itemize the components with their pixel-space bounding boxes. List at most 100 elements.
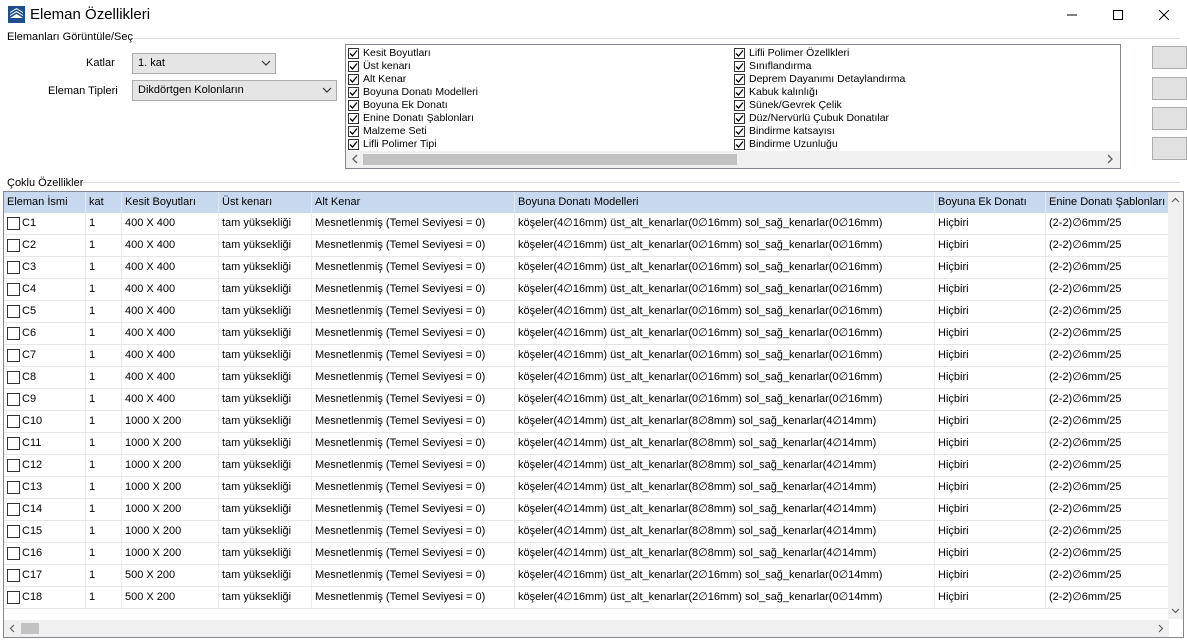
table-row[interactable]: C9 1 400 X 400 tam yüksekliği Mesnetlenmiş (… — [4, 389, 1169, 411]
row-select-checkbox[interactable] — [7, 349, 20, 362]
row-select-checkbox[interactable] — [7, 415, 20, 428]
property-option-kabuk-kalinligi[interactable]: Kabuk kalınlığı — [734, 86, 905, 99]
element-name-cell[interactable]: C11 — [4, 433, 86, 454]
minimize-icon[interactable] — [1049, 0, 1095, 30]
property-option-kesit-boyutlari[interactable]: Kesit Boyutları — [348, 47, 478, 60]
table-row[interactable]: C6 1 400 X 400 tam yüksekliği Mesnetlenmiş (… — [4, 323, 1169, 345]
row-select-checkbox[interactable] — [7, 525, 20, 538]
column-header-enine-donati-sablonlari[interactable]: Enine Donatı Şablonları — [1046, 192, 1169, 213]
close-icon[interactable] — [1141, 0, 1187, 30]
table-row[interactable]: C7 1 400 X 400 tam yüksekliği Mesnetlenmiş (… — [4, 345, 1169, 367]
table-row[interactable]: C4 1 400 X 400 tam yüksekliği Mesnetlenmiş (… — [4, 279, 1169, 301]
property-checklist[interactable]: Kesit Boyutları Üst kenarı Alt Kenar Boyuna… — [345, 44, 1121, 169]
checkbox[interactable] — [348, 48, 359, 59]
scroll-thumb[interactable] — [363, 154, 737, 165]
table-row[interactable]: C2 1 400 X 400 tam yüksekliği Mesnetlenmiş (… — [4, 235, 1169, 257]
table-row[interactable]: C14 1 1000 X 200 tam yüksekliği Mesnetlenmiş… — [4, 499, 1169, 521]
column-header-boyuna-ek-donati[interactable]: Boyuna Ek Donatı — [935, 192, 1046, 213]
property-option-sunek-gevrek-celik[interactable]: Sünek/Gevrek Çelik — [734, 99, 905, 112]
column-header-ust-kenari[interactable]: Üst kenarı — [219, 192, 312, 213]
row-select-checkbox[interactable] — [7, 393, 20, 406]
row-select-checkbox[interactable] — [7, 283, 20, 296]
checkbox[interactable] — [348, 100, 359, 111]
checkbox[interactable] — [348, 113, 359, 124]
checkbox[interactable] — [734, 139, 745, 150]
checkbox[interactable] — [348, 126, 359, 137]
row-select-checkbox[interactable] — [7, 569, 20, 582]
elements-table[interactable]: Eleman İsmi kat Kesit Boyutları Üst kenarı A… — [3, 191, 1184, 638]
column-header-kat[interactable]: kat — [86, 192, 122, 213]
property-option-deprem-dayanimi-detaylandirma[interactable]: Deprem Dayanımı Detaylandırma — [734, 73, 905, 86]
checkbox[interactable] — [348, 61, 359, 72]
property-option-lifli-polimer-tipi[interactable]: Lifli Polimer Tipi — [348, 138, 478, 151]
eleman-tipleri-dropdown[interactable]: Dikdörtgen Kolonların — [132, 80, 337, 101]
katlar-dropdown[interactable]: 1. kat — [132, 53, 276, 74]
side-button-2[interactable] — [1152, 77, 1187, 100]
element-name-cell[interactable]: C16 — [4, 543, 86, 564]
element-name-cell[interactable]: C10 — [4, 411, 86, 432]
row-select-checkbox[interactable] — [7, 305, 20, 318]
table-row[interactable]: C3 1 400 X 400 tam yüksekliği Mesnetlenmiş (… — [4, 257, 1169, 279]
side-button-1[interactable] — [1152, 46, 1187, 69]
checkbox[interactable] — [348, 74, 359, 85]
scroll-left-icon[interactable] — [350, 154, 360, 164]
table-vertical-scrollbar[interactable] — [1168, 192, 1183, 619]
property-option-alt-kenar[interactable]: Alt Kenar — [348, 73, 478, 86]
checkbox[interactable] — [734, 61, 745, 72]
scroll-right-icon[interactable] — [1105, 154, 1115, 164]
element-name-cell[interactable]: C17 — [4, 565, 86, 586]
row-select-checkbox[interactable] — [7, 437, 20, 450]
column-header-boyuna-donati-modelleri[interactable]: Boyuna Donatı Modelleri — [515, 192, 935, 213]
scroll-left-icon[interactable] — [8, 624, 17, 633]
scroll-right-icon[interactable] — [1156, 624, 1165, 633]
row-select-checkbox[interactable] — [7, 261, 20, 274]
property-option-duz-nervurlu-cubuk-donatilar[interactable]: Düz/Nervürlü Çubuk Donatılar — [734, 112, 905, 125]
element-name-cell[interactable]: C13 — [4, 477, 86, 498]
property-option-bindirme-katsayisi[interactable]: Bindirme katsayısı — [734, 125, 905, 138]
row-select-checkbox[interactable] — [7, 217, 20, 230]
element-name-cell[interactable]: C6 — [4, 323, 86, 344]
scroll-thumb[interactable] — [21, 623, 39, 634]
property-option-siniflandirma[interactable]: Sınıflandırma — [734, 60, 905, 73]
element-name-cell[interactable]: C18 — [4, 587, 86, 608]
table-row[interactable]: C10 1 1000 X 200 tam yüksekliği Mesnetlenmiş… — [4, 411, 1169, 433]
element-name-cell[interactable]: C12 — [4, 455, 86, 476]
element-name-cell[interactable]: C7 — [4, 345, 86, 366]
element-name-cell[interactable]: C8 — [4, 367, 86, 388]
checkbox[interactable] — [348, 139, 359, 150]
element-name-cell[interactable]: C5 — [4, 301, 86, 322]
table-row[interactable]: C13 1 1000 X 200 tam yüksekliği Mesnetlenmiş… — [4, 477, 1169, 499]
checkbox[interactable] — [734, 113, 745, 124]
scroll-down-icon[interactable] — [1171, 606, 1180, 615]
element-name-cell[interactable]: C4 — [4, 279, 86, 300]
table-row[interactable]: C15 1 1000 X 200 tam yüksekliği Mesnetlenmiş… — [4, 521, 1169, 543]
checkbox[interactable] — [734, 48, 745, 59]
checklist-horizontal-scrollbar[interactable] — [346, 151, 1120, 168]
element-name-cell[interactable]: C15 — [4, 521, 86, 542]
row-select-checkbox[interactable] — [7, 371, 20, 384]
row-select-checkbox[interactable] — [7, 327, 20, 340]
column-header-alt-kenar[interactable]: Alt Kenar — [312, 192, 515, 213]
checkbox[interactable] — [734, 87, 745, 98]
side-button-4[interactable] — [1152, 137, 1187, 160]
element-name-cell[interactable]: C2 — [4, 235, 86, 256]
element-name-cell[interactable]: C14 — [4, 499, 86, 520]
checkbox[interactable] — [734, 126, 745, 137]
row-select-checkbox[interactable] — [7, 591, 20, 604]
side-button-3[interactable] — [1152, 107, 1187, 130]
row-select-checkbox[interactable] — [7, 547, 20, 560]
table-row[interactable]: C5 1 400 X 400 tam yüksekliği Mesnetlenmiş (… — [4, 301, 1169, 323]
property-option-boyuna-ek-donati[interactable]: Boyuna Ek Donatı — [348, 99, 478, 112]
element-name-cell[interactable]: C3 — [4, 257, 86, 278]
checkbox[interactable] — [734, 74, 745, 85]
column-header-kesit-boyutlari[interactable]: Kesit Boyutları — [122, 192, 219, 213]
property-option-boyuna-donati-modelleri[interactable]: Boyuna Donatı Modelleri — [348, 86, 478, 99]
property-option-malzeme-seti[interactable]: Malzeme Seti — [348, 125, 478, 138]
table-row[interactable]: C11 1 1000 X 200 tam yüksekliği Mesnetlenmiş… — [4, 433, 1169, 455]
table-row[interactable]: C17 1 500 X 200 tam yüksekliği Mesnetlenmiş … — [4, 565, 1169, 587]
column-header-eleman-ismi[interactable]: Eleman İsmi — [4, 192, 86, 213]
property-option-ust-kenari[interactable]: Üst kenarı — [348, 60, 478, 73]
table-row[interactable]: C16 1 1000 X 200 tam yüksekliği Mesnetlenmiş… — [4, 543, 1169, 565]
row-select-checkbox[interactable] — [7, 239, 20, 252]
table-row[interactable]: C18 1 500 X 200 tam yüksekliği Mesnetlenmiş … — [4, 587, 1169, 609]
